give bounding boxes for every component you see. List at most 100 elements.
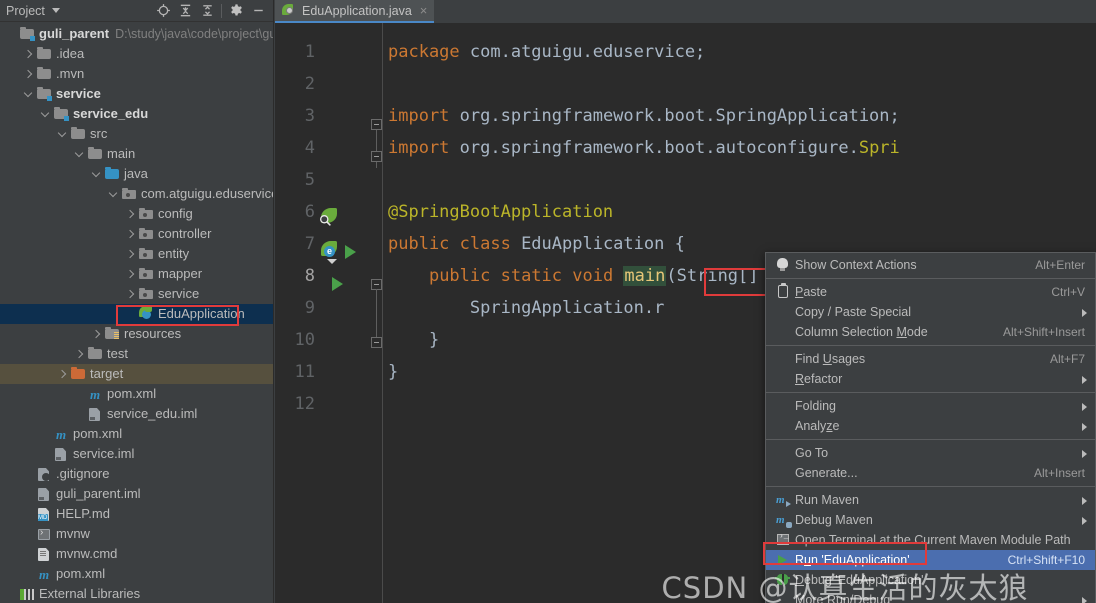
- chevron-down-icon[interactable]: [91, 169, 102, 180]
- chevron-right-icon[interactable]: [74, 349, 85, 360]
- collapse-all-icon[interactable]: [196, 1, 218, 21]
- menu-item-generate[interactable]: Generate... Alt+Insert: [766, 463, 1095, 483]
- tree-item-service-edu[interactable]: service_edu: [0, 104, 273, 124]
- menu-item-more-run-debug[interactable]: More Run/Debug: [766, 590, 1095, 603]
- chevron-down-icon[interactable]: [108, 189, 119, 200]
- tree-item-guli-parent-iml[interactable]: guli_parent.iml: [0, 484, 273, 504]
- chevron-right-icon[interactable]: [91, 329, 102, 340]
- tree-item-service-edu-iml[interactable]: service_edu.iml: [0, 404, 273, 424]
- tree-item--idea[interactable]: .idea: [0, 44, 273, 64]
- tree-item-service-iml[interactable]: service.iml: [0, 444, 273, 464]
- menu-icon-placeholder: [774, 592, 792, 603]
- fold-marker-line3[interactable]: [371, 119, 382, 130]
- tree-item-eduapplication[interactable]: EduApplication: [0, 304, 273, 324]
- tree-item-guli-parent[interactable]: guli_parent D:\study\java\code\project\gu…: [0, 24, 273, 44]
- menu-item-run-maven[interactable]: m Run Maven: [766, 490, 1095, 510]
- chevron-right-icon[interactable]: [125, 229, 136, 240]
- menu-item-analyze[interactable]: Analyze: [766, 416, 1095, 436]
- run-arrow-icon-line7[interactable]: [345, 245, 356, 259]
- tree-item-src[interactable]: src: [0, 124, 273, 144]
- tree-item-external-libraries[interactable]: External Libraries: [0, 584, 273, 603]
- tree-item-mvnw-cmd[interactable]: mvnw.cmd: [0, 544, 273, 564]
- code-token: org.springframework.boot.autoconfigure.: [459, 138, 859, 158]
- tree-item-com-atguigu-eduservice[interactable]: com.atguigu.eduservice: [0, 184, 273, 204]
- chevron-right-icon[interactable]: [125, 209, 136, 220]
- code-line-3[interactable]: import org.springframework.boot.SpringAp…: [388, 100, 900, 132]
- code-line-11[interactable]: }: [388, 356, 398, 388]
- tree-item-entity[interactable]: entity: [0, 244, 273, 264]
- menu-item-folding[interactable]: Folding: [766, 396, 1095, 416]
- minimize-icon[interactable]: [247, 1, 269, 21]
- spring-boot-run-icon[interactable]: e: [319, 241, 341, 264]
- tree-item-service[interactable]: service: [0, 284, 273, 304]
- chevron-down-icon[interactable]: [23, 89, 34, 100]
- line-number-5: 5: [304, 170, 315, 190]
- menu-item-go-to[interactable]: Go To: [766, 443, 1095, 463]
- tree-item-label: config: [158, 206, 193, 221]
- menu-item-label: Folding: [795, 399, 836, 413]
- code-line-1[interactable]: package com.atguigu.eduservice;: [388, 36, 705, 68]
- tree-item--mvn[interactable]: .mvn: [0, 64, 273, 84]
- tree-item-pom-xml[interactable]: m pom.xml: [0, 424, 273, 444]
- tree-item-service[interactable]: service: [0, 84, 273, 104]
- selected-token-main: main: [623, 266, 667, 286]
- chevron-down-icon[interactable]: [57, 129, 68, 140]
- chevron-down-icon[interactable]: [40, 109, 51, 120]
- chevron-down-icon[interactable]: [74, 149, 85, 160]
- package-icon: [121, 186, 137, 202]
- tree-item-mapper[interactable]: mapper: [0, 264, 273, 284]
- package-icon: [138, 286, 154, 302]
- project-panel-title[interactable]: Project: [6, 4, 45, 18]
- tree-item-controller[interactable]: controller: [0, 224, 273, 244]
- chevron-right-icon[interactable]: [125, 289, 136, 300]
- locate-icon[interactable]: [152, 1, 174, 21]
- code-line-4[interactable]: import org.springframework.boot.autoconf…: [388, 132, 900, 164]
- tree-item-java[interactable]: java: [0, 164, 273, 184]
- tree-item-pom-xml[interactable]: m pom.xml: [0, 564, 273, 584]
- menu-item-refactor[interactable]: Refactor: [766, 369, 1095, 389]
- code-token: Spri: [858, 138, 900, 158]
- tree-item-main[interactable]: main: [0, 144, 273, 164]
- tab-eduapplication-java[interactable]: EduApplication.java ×: [275, 0, 435, 23]
- menu-item-column-selection-mode[interactable]: Column Selection Mode Alt+Shift+Insert: [766, 322, 1095, 342]
- menu-item-run-eduapplication[interactable]: Run 'EduApplication' Ctrl+Shift+F10: [766, 550, 1095, 570]
- chevron-right-icon[interactable]: [125, 249, 136, 260]
- tree-item-help-md[interactable]: HELP.md: [0, 504, 273, 524]
- chevron-down-icon[interactable]: [51, 8, 60, 13]
- menu-item-open-terminal[interactable]: Open Terminal at the Current Maven Modul…: [766, 530, 1095, 550]
- settings-gear-icon[interactable]: [225, 1, 247, 21]
- maven-pom-icon: m: [38, 567, 50, 582]
- tree-item-target[interactable]: target: [0, 364, 273, 384]
- run-arrow-icon-line8[interactable]: [332, 277, 343, 291]
- code-line-10[interactable]: }: [388, 324, 439, 356]
- chevron-right-icon[interactable]: [57, 369, 68, 380]
- tree-item-resources[interactable]: resources: [0, 324, 273, 344]
- editor-context-menu[interactable]: Show Context Actions Alt+Enter Paste Ctrl+V…: [765, 252, 1096, 603]
- code-line-9[interactable]: SpringApplication.r: [388, 292, 664, 324]
- close-icon[interactable]: ×: [420, 3, 428, 18]
- menu-item-find-usages[interactable]: Find Usages Alt+F7: [766, 349, 1095, 369]
- fold-marker-line10[interactable]: [371, 337, 382, 348]
- tree-item-test[interactable]: test: [0, 344, 273, 364]
- expand-all-icon[interactable]: [174, 1, 196, 21]
- tree-item-pom-xml[interactable]: m pom.xml: [0, 384, 273, 404]
- chevron-right-icon[interactable]: [23, 49, 34, 60]
- tree-item--gitignore[interactable]: .gitignore: [0, 464, 273, 484]
- project-tree[interactable]: guli_parent D:\study\java\code\project\gu…: [0, 22, 273, 603]
- code-line-6[interactable]: @SpringBootApplication: [388, 196, 613, 228]
- tree-item-mvnw[interactable]: mvnw: [0, 524, 273, 544]
- menu-item-debug-maven[interactable]: m Debug Maven: [766, 510, 1095, 530]
- fold-marker-line4[interactable]: [371, 151, 382, 162]
- code-line-7[interactable]: public class EduApplication {: [388, 228, 685, 260]
- spring-bean-icon[interactable]: [319, 208, 341, 230]
- menu-item-show-context-actions[interactable]: Show Context Actions Alt+Enter: [766, 255, 1095, 275]
- menu-item-copy-paste-special[interactable]: Copy / Paste Special: [766, 302, 1095, 322]
- menu-item-paste[interactable]: Paste Ctrl+V: [766, 282, 1095, 302]
- chevron-right-icon[interactable]: [23, 69, 34, 80]
- menu-item-debug-eduapplication[interactable]: Debug 'EduApplication': [766, 570, 1095, 590]
- chevron-right-icon[interactable]: [125, 269, 136, 280]
- tree-item-config[interactable]: config: [0, 204, 273, 224]
- folder-icon: [87, 146, 103, 162]
